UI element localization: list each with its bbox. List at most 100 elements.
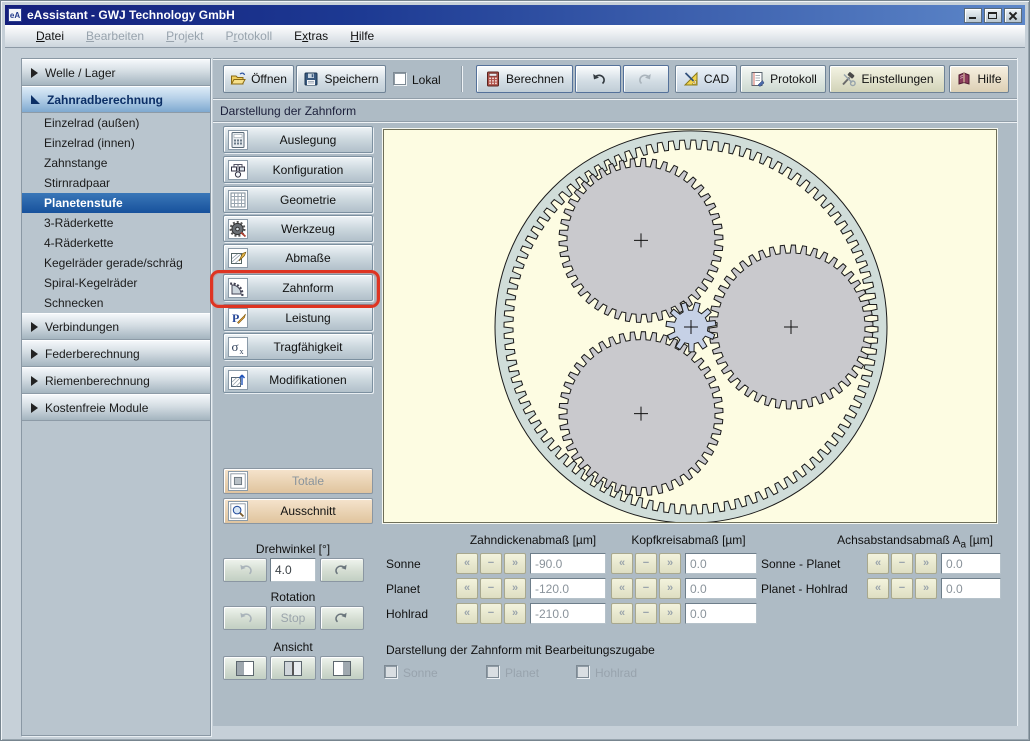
reset-button[interactable]: − xyxy=(480,578,502,599)
sonne-kopfkreis-input[interactable] xyxy=(685,553,757,574)
protokoll-button[interactable]: Protokoll xyxy=(740,65,826,93)
maximize-button[interactable] xyxy=(984,8,1002,23)
nav-werkzeug-button[interactable]: Werkzeug xyxy=(223,215,373,242)
increment-fast-button[interactable]: » xyxy=(659,553,681,574)
minimize-button[interactable] xyxy=(964,8,982,23)
open-button[interactable]: Öffnen xyxy=(223,65,294,93)
sidebar-item-schnecken[interactable]: Schnecken xyxy=(22,293,210,313)
increment-fast-button[interactable]: » xyxy=(659,578,681,599)
decrement-fast-button[interactable]: « xyxy=(867,553,889,574)
nav-zahnform-button[interactable]: Zahnform xyxy=(223,274,373,301)
redo-button[interactable] xyxy=(623,65,669,93)
reset-button[interactable]: − xyxy=(480,603,502,624)
tools-icon xyxy=(840,71,856,87)
rotation-ccw-button[interactable] xyxy=(223,606,267,630)
nav-auslegung-button[interactable]: Auslegung xyxy=(223,126,373,153)
ausschnitt-button[interactable]: Ausschnitt xyxy=(223,498,373,524)
menu-extras[interactable]: Extras xyxy=(283,26,339,46)
menu-bearbeiten[interactable]: Bearbeiten xyxy=(75,26,155,46)
menu-datei[interactable]: Datei xyxy=(25,26,75,46)
nav-leistung-button[interactable]: P Leistung xyxy=(223,304,373,331)
view-split-pane-button[interactable] xyxy=(270,656,316,680)
menu-projekt[interactable]: Projekt xyxy=(155,26,214,46)
increment-fast-button[interactable]: » xyxy=(915,578,937,599)
sonne-zahndicke-input[interactable] xyxy=(530,553,606,574)
calculate-button[interactable]: Berechnen xyxy=(476,65,573,93)
sidebar-item-3-raederkette[interactable]: 3-Räderkette xyxy=(22,213,210,233)
save-button[interactable]: Speichern xyxy=(296,65,386,93)
decrement-fast-button[interactable]: « xyxy=(867,578,889,599)
nav-abmasse-button[interactable]: Abmaße xyxy=(223,244,373,271)
reset-button[interactable]: − xyxy=(635,603,657,624)
right-pane-icon xyxy=(333,661,351,676)
planet-kopfkreis-input[interactable] xyxy=(685,578,757,599)
sonne-planet-achsabstand-input[interactable] xyxy=(941,553,1001,574)
increment-fast-button[interactable]: » xyxy=(659,603,681,624)
nav-geometrie-button[interactable]: Geometrie xyxy=(223,186,373,213)
sidebar-section-zahnradberechnung[interactable]: Zahnradberechnung xyxy=(22,86,210,113)
sidebar-item-spiral-kegelraeder[interactable]: Spiral-Kegelräder xyxy=(22,273,210,293)
settings-button[interactable]: Einstellungen xyxy=(829,65,945,93)
sidebar-item-planetenstufe[interactable]: Planetenstufe xyxy=(22,193,210,213)
reset-button[interactable]: − xyxy=(635,578,657,599)
sidebar-section-kostenfreie-module[interactable]: Kostenfreie Module xyxy=(22,394,210,421)
zugabe-planet-checkbox[interactable] xyxy=(486,665,499,681)
menu-protokoll[interactable]: Protokoll xyxy=(214,26,283,46)
rotate-ccw-step-button[interactable] xyxy=(223,558,267,582)
view-right-pane-button[interactable] xyxy=(320,656,364,680)
reset-button[interactable]: − xyxy=(480,553,502,574)
client-area: Welle / Lager Zahnradberechnung Einzelra… xyxy=(5,48,1025,736)
nav-konfiguration-button[interactable]: Konfiguration xyxy=(223,156,373,183)
zugabe-sonne-checkbox[interactable] xyxy=(384,665,397,681)
totale-button[interactable]: Totale xyxy=(223,468,373,494)
sidebar-section-welle-lager[interactable]: Welle / Lager xyxy=(22,59,210,86)
increment-fast-button[interactable]: » xyxy=(504,603,526,624)
decrement-fast-button[interactable]: « xyxy=(611,603,633,624)
reset-button[interactable]: − xyxy=(891,553,913,574)
decrement-fast-button[interactable]: « xyxy=(456,578,478,599)
help-button[interactable]: Hilfe xyxy=(949,65,1009,93)
sidebar-item-zahnstange[interactable]: Zahnstange xyxy=(22,153,210,173)
rotate-cw-step-button[interactable] xyxy=(320,558,364,582)
reset-button[interactable]: − xyxy=(891,578,913,599)
rotation-cw-button[interactable] xyxy=(320,606,364,630)
decrement-fast-button[interactable]: « xyxy=(611,578,633,599)
increment-fast-button[interactable]: » xyxy=(504,553,526,574)
open-folder-icon xyxy=(230,71,246,87)
sidebar-item-einzelrad-aussen[interactable]: Einzelrad (außen) xyxy=(22,113,210,133)
close-button[interactable] xyxy=(1004,8,1022,23)
lokal-checkbox[interactable] xyxy=(393,72,406,88)
increment-fast-button[interactable]: » xyxy=(504,578,526,599)
planet-kopfkreis-stepper: « − » xyxy=(611,578,681,599)
ansicht-label: Ansicht xyxy=(213,640,373,654)
reset-button[interactable]: − xyxy=(635,553,657,574)
sidebar-section-federberechnung[interactable]: Federberechnung xyxy=(22,340,210,367)
view-left-pane-button[interactable] xyxy=(223,656,267,680)
cad-button[interactable]: CAD xyxy=(675,65,737,93)
zugabe-planet-label: Planet xyxy=(505,666,539,680)
sidebar-section-verbindungen[interactable]: Verbindungen xyxy=(22,313,210,340)
hohlrad-kopfkreis-input[interactable] xyxy=(685,603,757,624)
rotation-stop-button[interactable]: Stop xyxy=(270,606,316,630)
increment-fast-button[interactable]: » xyxy=(915,553,937,574)
sidebar-item-kegelraeder[interactable]: Kegelräder gerade/schräg xyxy=(22,253,210,273)
nav-tragfaehigkeit-button[interactable]: σx Tragfähigkeit xyxy=(223,333,373,360)
sidebar-item-stirnradpaar[interactable]: Stirnradpaar xyxy=(22,173,210,193)
drehwinkel-input[interactable] xyxy=(270,558,316,582)
decrement-fast-button[interactable]: « xyxy=(456,553,478,574)
section-title: Darstellung der Zahnform xyxy=(213,101,1017,122)
decrement-fast-button[interactable]: « xyxy=(611,553,633,574)
zugabe-hohlrad-checkbox[interactable] xyxy=(576,665,589,681)
menu-hilfe[interactable]: Hilfe xyxy=(339,26,385,46)
gear-diagram-canvas[interactable] xyxy=(383,129,997,523)
planet-zahndicke-input[interactable] xyxy=(530,578,606,599)
hohlrad-zahndicke-input[interactable] xyxy=(530,603,606,624)
sidebar-item-4-raederkette[interactable]: 4-Räderkette xyxy=(22,233,210,253)
rotate-cw-icon xyxy=(334,563,350,577)
planet-hohlrad-achsabstand-input[interactable] xyxy=(941,578,1001,599)
nav-modifikationen-button[interactable]: Modifikationen xyxy=(223,366,373,393)
undo-button[interactable] xyxy=(575,65,621,93)
sidebar-section-riemenberechnung[interactable]: Riemenberechnung xyxy=(22,367,210,394)
decrement-fast-button[interactable]: « xyxy=(456,603,478,624)
sidebar-item-einzelrad-innen[interactable]: Einzelrad (innen) xyxy=(22,133,210,153)
